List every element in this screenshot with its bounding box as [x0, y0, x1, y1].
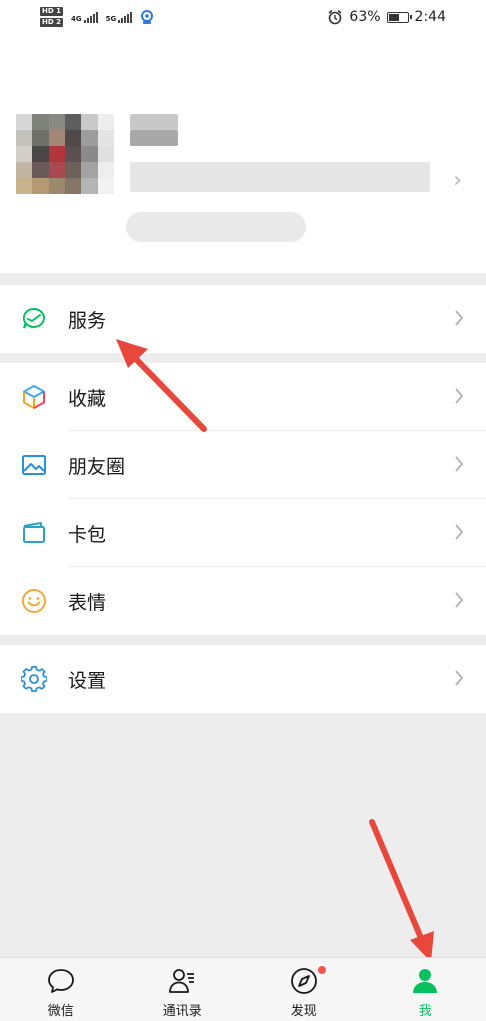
tab-label: 发现 — [243, 1000, 365, 1019]
discover-badge-dot — [318, 966, 326, 974]
tab-label: 我 — [365, 1000, 486, 1019]
arrow-to-services — [116, 339, 204, 429]
tab-discover[interactable]: 发现 — [243, 958, 365, 1021]
tab-chats[interactable]: 微信 — [0, 958, 122, 1021]
tab-contacts[interactable]: 通讯录 — [122, 958, 244, 1021]
arrow-to-me-tab — [372, 822, 434, 962]
tab-me[interactable]: 我 — [365, 958, 486, 1021]
annotation-arrows — [0, 0, 486, 1020]
chat-bubble-icon — [46, 966, 76, 996]
compass-icon — [289, 966, 319, 996]
tab-label: 微信 — [0, 1000, 122, 1019]
bottom-tab-bar: 微信 通讯录 发现 我 — [0, 957, 486, 1021]
tab-label: 通讯录 — [122, 1000, 244, 1019]
contacts-icon — [167, 966, 197, 996]
me-person-icon — [410, 966, 440, 996]
